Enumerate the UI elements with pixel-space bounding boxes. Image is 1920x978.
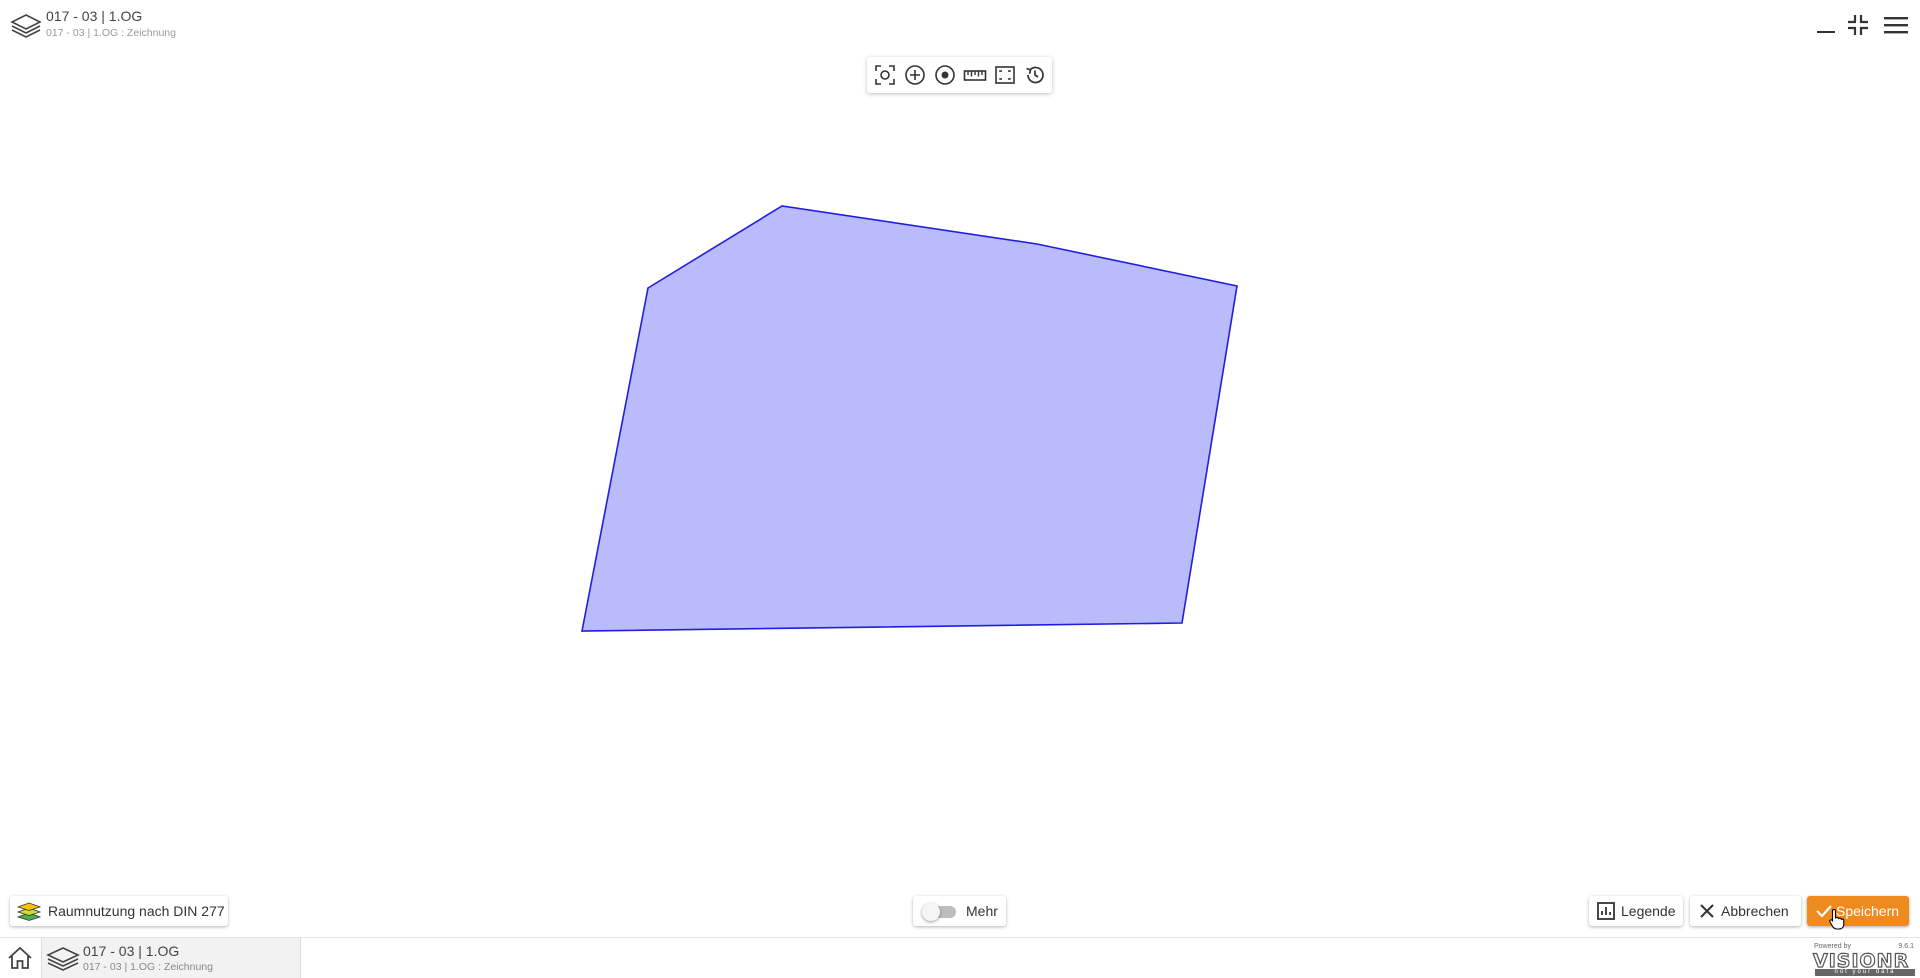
history-icon bbox=[1025, 66, 1044, 84]
home-button[interactable] bbox=[6, 945, 34, 971]
mehr-toggle[interactable]: Mehr bbox=[913, 896, 1006, 926]
tab-subtitle: 017 - 03 | 1.OG : Zeichnung bbox=[83, 961, 213, 973]
exit-fullscreen-button[interactable] bbox=[1845, 12, 1871, 38]
screenshot-icon bbox=[874, 65, 895, 85]
tab-title: 017 - 03 | 1.OG bbox=[83, 943, 180, 959]
ruler-icon bbox=[963, 70, 986, 81]
measure-button[interactable] bbox=[963, 63, 987, 87]
colored-layers-icon bbox=[16, 901, 42, 921]
layer-select-button[interactable]: Raumnutzung nach DIN 277 bbox=[10, 896, 228, 926]
cancel-button[interactable]: Abbrechen bbox=[1690, 896, 1801, 926]
check-icon bbox=[1815, 903, 1833, 919]
layer-select-label: Raumnutzung nach DIN 277 bbox=[48, 903, 225, 919]
center-button[interactable] bbox=[933, 63, 957, 87]
map-toolbar bbox=[867, 57, 1052, 93]
save-label: Speichern bbox=[1836, 903, 1900, 919]
menu-button[interactable] bbox=[1881, 12, 1911, 38]
save-button[interactable]: Speichern bbox=[1807, 896, 1909, 926]
layers-icon bbox=[46, 946, 80, 972]
exit-fullscreen-icon bbox=[1848, 15, 1868, 35]
fit-extent-icon bbox=[994, 66, 1015, 84]
footer-bar: 017 - 03 | 1.OG 017 - 03 | 1.OG : Zeichn… bbox=[0, 937, 1920, 978]
minimize-icon bbox=[1817, 31, 1835, 33]
open-plan-tab[interactable]: 017 - 03 | 1.OG 017 - 03 | 1.OG : Zeichn… bbox=[41, 938, 301, 978]
close-icon bbox=[1699, 903, 1715, 919]
cancel-label: Abbrechen bbox=[1721, 903, 1789, 919]
powered-by-text: Powered by bbox=[1814, 943, 1851, 950]
brand-tagline: not your data bbox=[1815, 969, 1915, 976]
brand-logo: Powered by 9.6.1 VISIONR not your data bbox=[1812, 943, 1916, 977]
legend-label: Legende bbox=[1621, 903, 1676, 919]
toggle-switch[interactable] bbox=[922, 903, 958, 921]
zoom-in-icon bbox=[904, 65, 925, 85]
version-text: 9.6.1 bbox=[1898, 943, 1914, 950]
menu-icon bbox=[1884, 17, 1908, 34]
header: 017 - 03 | 1.OG 017 - 03 | 1.OG : Zeichn… bbox=[0, 0, 1920, 50]
mehr-label: Mehr bbox=[966, 903, 998, 919]
fit-extent-button[interactable] bbox=[993, 63, 1017, 87]
room-polygon[interactable] bbox=[581, 205, 1238, 632]
minimize-button[interactable] bbox=[1813, 12, 1839, 38]
page-title: 017 - 03 | 1.OG bbox=[46, 8, 143, 24]
chart-icon bbox=[1597, 902, 1615, 920]
home-icon bbox=[8, 946, 32, 969]
screenshot-button[interactable] bbox=[873, 63, 897, 87]
layers-icon bbox=[10, 13, 42, 39]
page-subtitle: 017 - 03 | 1.OG : Zeichnung bbox=[46, 27, 176, 39]
legend-button[interactable]: Legende bbox=[1589, 896, 1683, 926]
history-button[interactable] bbox=[1023, 63, 1047, 87]
center-icon bbox=[934, 65, 955, 85]
zoom-in-button[interactable] bbox=[903, 63, 927, 87]
map-canvas[interactable] bbox=[0, 100, 1920, 880]
